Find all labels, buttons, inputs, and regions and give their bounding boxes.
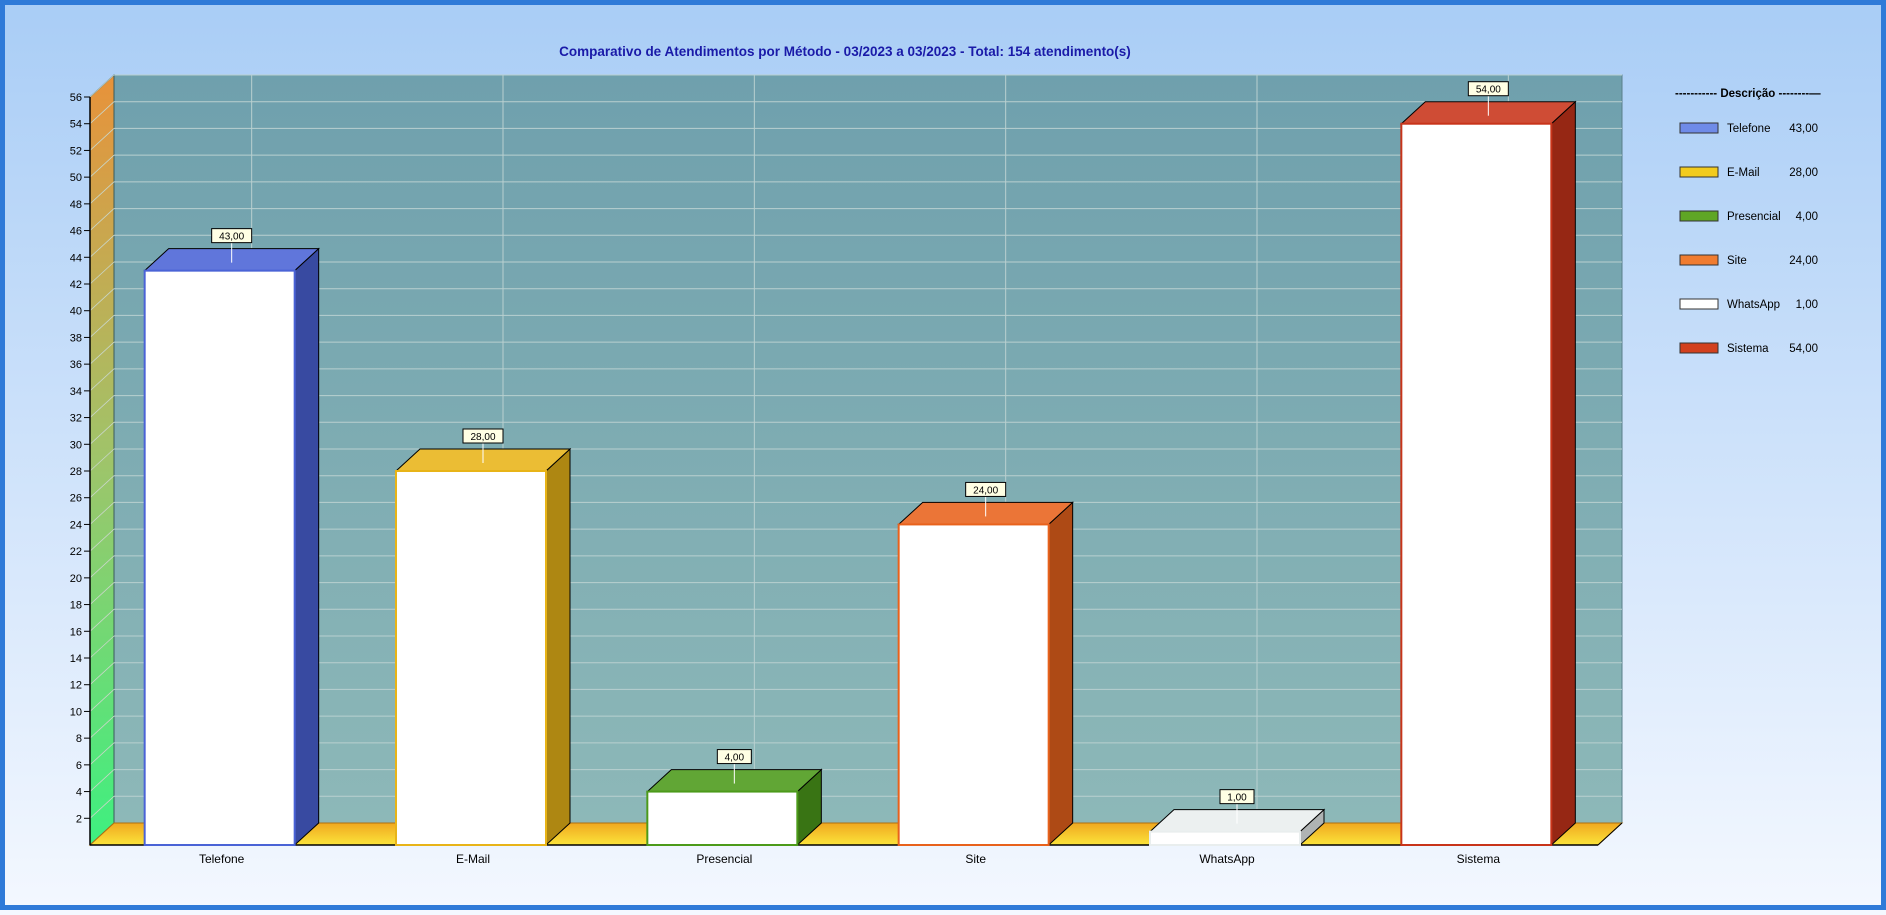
chart-window: Comparativo de Atendimentos por Método -…	[0, 0, 1886, 915]
legend-value: 24,00	[1789, 255, 1818, 267]
legend-item: WhatsApp 1,00	[1679, 298, 1818, 311]
y-tick-label: 26	[70, 493, 82, 505]
legend-swatch	[1679, 254, 1719, 266]
legend-swatch	[1679, 166, 1719, 178]
legend-item: E-Mail 28,00	[1679, 166, 1818, 179]
bar-side	[545, 447, 571, 847]
bar-front	[143, 269, 296, 846]
legend-value: 28,00	[1789, 167, 1818, 179]
bar-chart: Comparativo de Atendimentos por Método -…	[0, 0, 1886, 915]
y-tick-label: 18	[70, 600, 82, 612]
legend-item: Telefone 43,00	[1679, 122, 1818, 135]
legend-swatch	[1679, 122, 1719, 134]
legend-swatch	[1679, 342, 1719, 354]
y-tick-label: 10	[70, 706, 82, 718]
x-tick-label: Presencial	[696, 852, 752, 866]
legend-label: Presencial	[1727, 211, 1781, 223]
y-tick-label: 32	[70, 413, 82, 425]
y-tick-label: 22	[70, 546, 82, 558]
y-tick-label: 42	[70, 279, 82, 291]
data-label: 24,00	[973, 485, 998, 496]
y-tick-label: 4	[76, 787, 82, 799]
bar-telefone: 43,00 Telefone	[143, 228, 320, 866]
y-tick-label: 40	[70, 306, 82, 318]
y-tick-label: 46	[70, 226, 82, 238]
y-tick-label: 56	[70, 92, 82, 104]
legend-item: Presencial 4,00	[1679, 210, 1818, 223]
x-tick-label: Sistema	[1457, 852, 1501, 866]
y-tick-label: 36	[70, 359, 82, 371]
legend-title: ----------- Descrição --------—	[1675, 88, 1821, 100]
y-tick-label: 28	[70, 466, 82, 478]
x-tick-label: Site	[965, 852, 986, 866]
data-label: 4,00	[725, 753, 745, 764]
x-tick-label: E-Mail	[456, 852, 490, 866]
data-label: 1,00	[1227, 793, 1247, 804]
y-tick-label: 12	[70, 680, 82, 692]
y-tick-label: 34	[70, 386, 82, 398]
bar-front	[646, 790, 799, 846]
legend-value: 1,00	[1796, 299, 1818, 311]
legend-label: Telefone	[1727, 123, 1770, 135]
y-tick-label: 8	[76, 733, 82, 745]
x-tick-label: WhatsApp	[1199, 852, 1255, 866]
data-label: 43,00	[219, 232, 244, 243]
bar-front	[1149, 830, 1301, 847]
legend-label: WhatsApp	[1727, 299, 1780, 311]
y-tick-label: 52	[70, 145, 82, 157]
legend-value: 4,00	[1796, 211, 1818, 223]
legend-swatch	[1679, 298, 1719, 310]
legend-swatch	[1679, 210, 1719, 222]
y-tick-label: 14	[70, 653, 82, 665]
y-tick-label: 48	[70, 199, 82, 211]
y-tick-label: 30	[70, 439, 82, 451]
chart-title: Comparativo de Atendimentos por Método -…	[559, 44, 1131, 59]
legend-value: 43,00	[1789, 123, 1818, 135]
bar-side	[294, 247, 320, 847]
y-tick-label: 24	[70, 519, 82, 531]
bar-front	[897, 523, 1050, 847]
plot-floor	[88, 822, 1624, 846]
legend-value: 54,00	[1789, 343, 1818, 355]
y-tick-label: 20	[70, 573, 82, 585]
bar-side	[1550, 100, 1576, 847]
x-tick-label: Telefone	[199, 852, 245, 866]
legend-label: Site	[1727, 255, 1747, 267]
y-tick-label: 2	[76, 813, 82, 825]
bar-e-mail: 28,00 E-Mail	[394, 428, 572, 866]
y-tick-label: 16	[70, 626, 82, 638]
y-tick-label: 6	[76, 760, 82, 772]
data-label: 28,00	[470, 432, 495, 443]
legend-item: Sistema 54,00	[1679, 342, 1818, 355]
bar-sistema: 54,00 Sistema	[1400, 81, 1577, 866]
bar-front	[1400, 122, 1553, 846]
y-tick-label: 54	[70, 119, 82, 131]
y-tick-label: 38	[70, 332, 82, 344]
data-label: 54,00	[1476, 85, 1501, 96]
bar-side	[1048, 501, 1074, 847]
legend-label: Sistema	[1727, 343, 1769, 355]
y-tick-label: 44	[70, 252, 82, 264]
y-tick-label: 50	[70, 172, 82, 184]
bar-site: 24,00 Site	[897, 481, 1074, 866]
bar-front	[395, 470, 547, 846]
legend-label: E-Mail	[1727, 167, 1760, 179]
